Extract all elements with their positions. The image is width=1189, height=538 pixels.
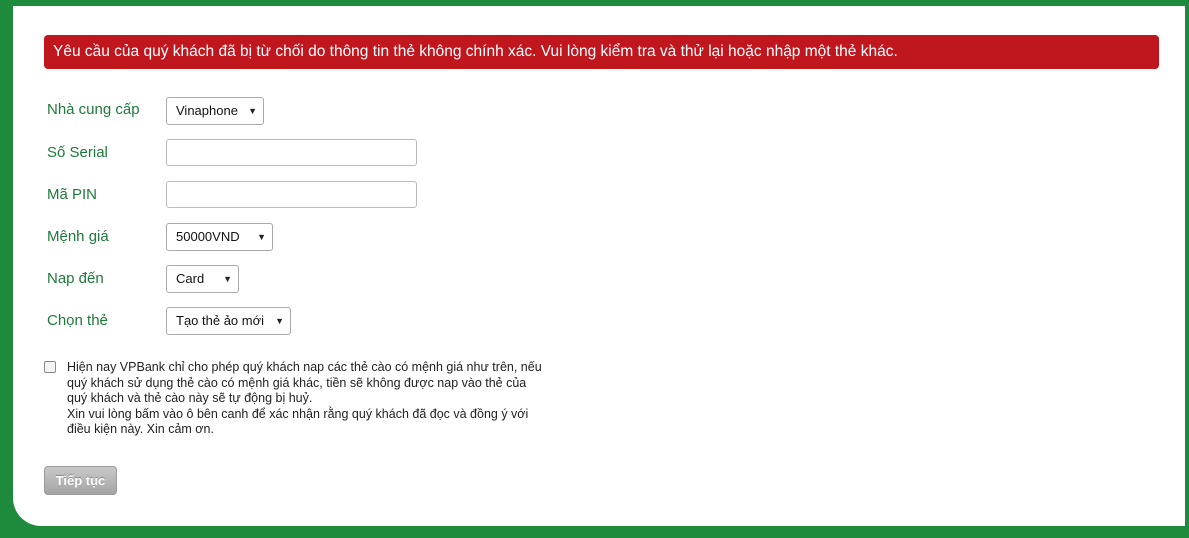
choose-card-select[interactable]: Tạo thẻ ảo mới ▼ bbox=[166, 307, 291, 335]
triangle-down-icon: ▼ bbox=[257, 232, 266, 242]
agreement-line: Hiện nay VPBank chỉ cho phép quý khách n… bbox=[67, 360, 542, 374]
denomination-select-value: 50000VND bbox=[176, 229, 240, 244]
agreement-line: quý khách và thẻ cào này sẽ tự động bị h… bbox=[67, 391, 313, 405]
serial-input[interactable] bbox=[166, 139, 417, 166]
agreement-line: điều kiện này. Xin cảm ơn. bbox=[67, 422, 214, 436]
provider-select[interactable]: Vinaphone ▼ bbox=[166, 97, 264, 125]
continue-button[interactable]: Tiếp tục bbox=[44, 466, 117, 495]
topup-to-select[interactable]: Card ▼ bbox=[166, 265, 239, 293]
triangle-down-icon: ▼ bbox=[248, 106, 257, 116]
denomination-label: Mệnh giá bbox=[47, 228, 109, 245]
topup-to-select-value: Card bbox=[176, 271, 205, 286]
denomination-select[interactable]: 50000VND ▼ bbox=[166, 223, 273, 251]
agreement-notice: Hiện nay VPBank chỉ cho phép quý khách n… bbox=[67, 360, 567, 438]
pin-input[interactable] bbox=[166, 181, 417, 208]
pin-label: Mã PIN bbox=[47, 186, 98, 203]
triangle-down-icon: ▼ bbox=[275, 316, 284, 326]
serial-label: Số Serial bbox=[47, 144, 108, 161]
choose-card-select-value: Tạo thẻ ảo mới bbox=[176, 313, 265, 328]
topup-to-label: Nap đến bbox=[47, 270, 104, 287]
provider-label: Nhà cung cấp bbox=[47, 101, 140, 118]
provider-select-value: Vinaphone bbox=[176, 103, 238, 118]
triangle-down-icon: ▼ bbox=[223, 274, 232, 284]
agreement-line: Xin vui lòng bấm vào ô bên canh để xác n… bbox=[67, 406, 529, 421]
agreement-line: quý khách sử dụng thẻ cào có mệnh giá kh… bbox=[67, 375, 527, 390]
choose-card-label: Chọn thẻ bbox=[47, 312, 108, 329]
agreement-checkbox[interactable] bbox=[44, 361, 56, 373]
error-banner: Yêu cầu của quý khách đã bị từ chối do t… bbox=[44, 35, 1159, 69]
